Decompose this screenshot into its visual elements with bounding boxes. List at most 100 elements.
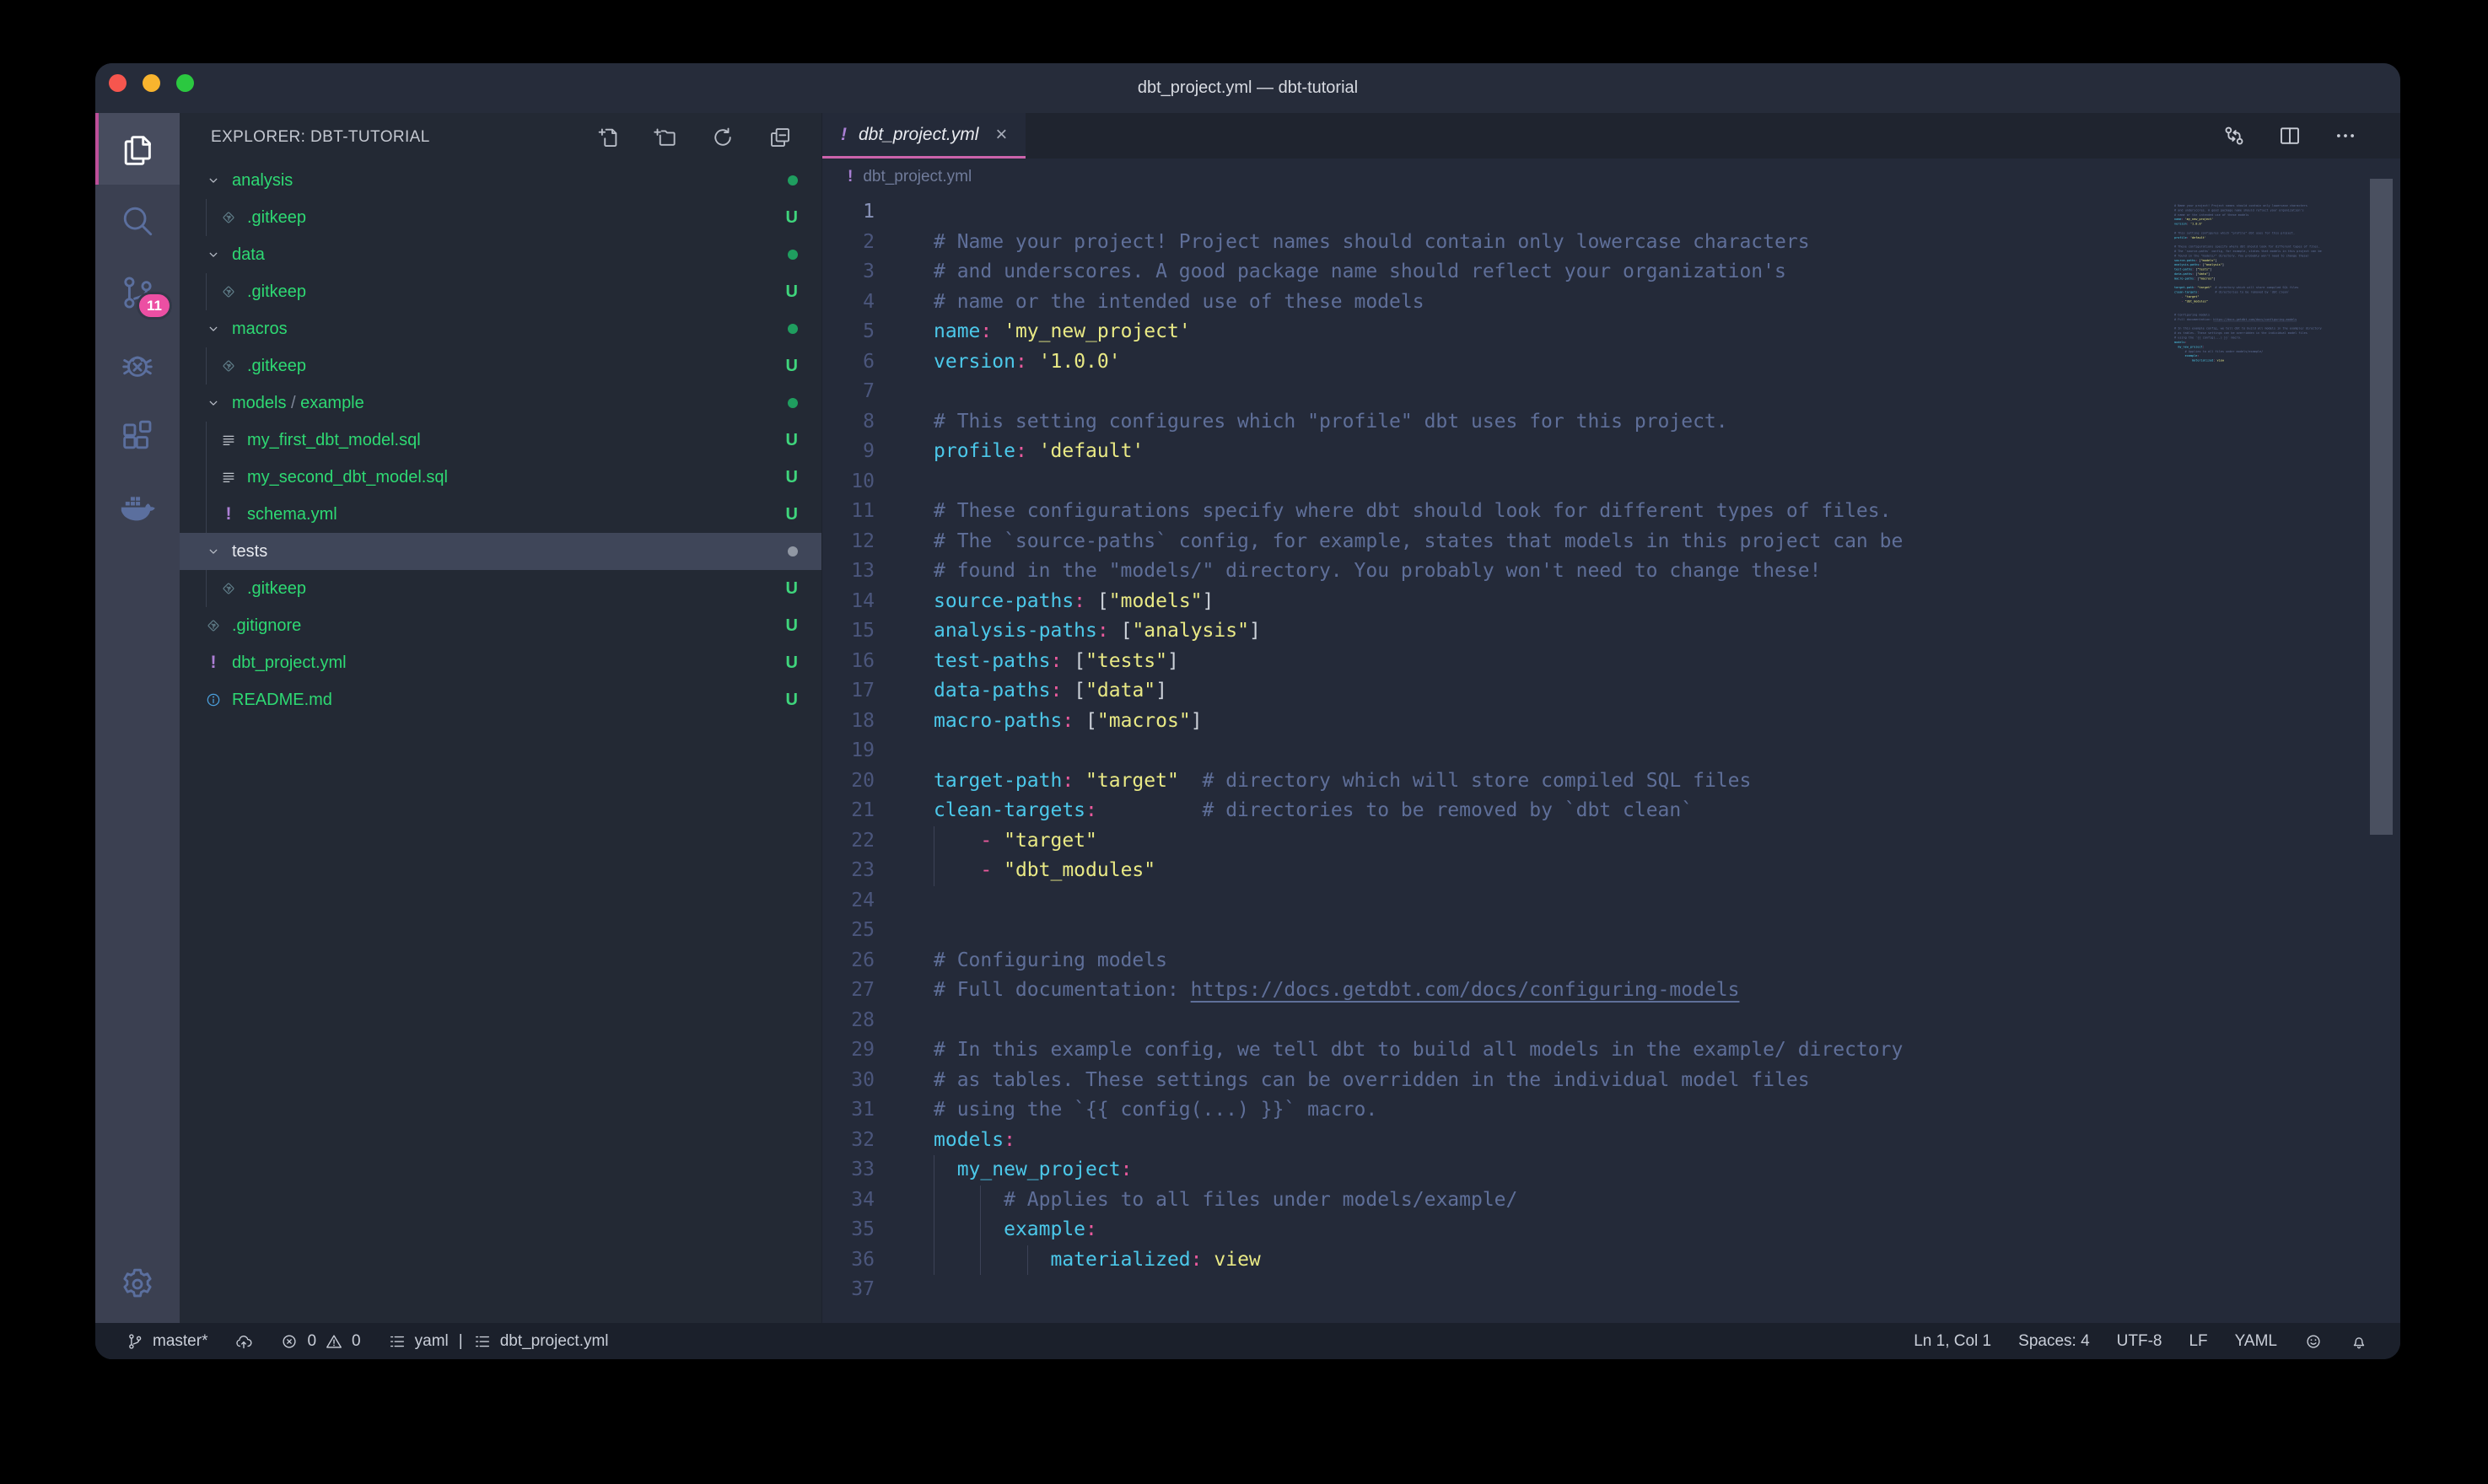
status-bar: master* 00 yaml|dbt_project.yml Ln 1, Col … <box>95 1323 2400 1359</box>
status-feedback[interactable] <box>2304 1332 2323 1351</box>
status-notifications[interactable] <box>2350 1332 2368 1351</box>
tree-item-gitkeep[interactable]: .gitkeepU <box>180 570 821 607</box>
modified-dot <box>788 398 798 408</box>
code-line-13[interactable]: 13# found in the "models/" directory. Yo… <box>822 556 2400 587</box>
code-line-24[interactable]: 24 <box>822 886 2400 917</box>
line-number: 22 <box>822 826 875 857</box>
tree-item-dbt-project-yml[interactable]: !dbt_project.ymlU <box>180 644 821 681</box>
code-line-26[interactable]: 26# Configuring models <box>822 946 2400 976</box>
status-eol[interactable]: LF <box>2189 1332 2207 1351</box>
tree-item-analysis[interactable]: analysis <box>180 162 821 199</box>
activity-item-search[interactable] <box>95 185 180 256</box>
status-cursor-position[interactable]: Ln 1, Col 1 <box>1914 1332 1991 1351</box>
open-changes-button[interactable] <box>2221 123 2247 148</box>
code-line-34[interactable]: 34 # Applies to all files under models/e… <box>822 1186 2400 1216</box>
line-number: 12 <box>822 527 875 557</box>
code-line-7[interactable]: 7 <box>822 377 2400 407</box>
activity-item-source-control[interactable]: 11 <box>95 256 180 328</box>
status-language-mode[interactable]: YAML <box>2235 1332 2277 1351</box>
status-encoding[interactable]: UTF-8 <box>2117 1332 2162 1351</box>
code-line-11[interactable]: 11# These configurations specify where d… <box>822 497 2400 527</box>
tree-item-schema-yml[interactable]: !schema.ymlU <box>180 496 821 533</box>
tree-item-my-second-dbt-model-sql[interactable]: my_second_dbt_model.sqlU <box>180 459 821 496</box>
tree-item-my-first-dbt-model-sql[interactable]: my_first_dbt_model.sqlU <box>180 422 821 459</box>
activity-item-docker[interactable] <box>95 471 180 543</box>
code-line-10[interactable]: 10 <box>822 467 2400 497</box>
code-line-20[interactable]: 20target-path: "target" # directory whic… <box>822 766 2400 797</box>
chevron-down-icon <box>205 320 222 337</box>
activity-item-explorer[interactable] <box>95 113 180 185</box>
zoom-window-button[interactable] <box>176 74 194 92</box>
status-indentation[interactable]: Spaces: 4 <box>2018 1332 2090 1351</box>
activity-item-run-and-debug[interactable] <box>95 328 180 400</box>
tree-item-tests[interactable]: tests <box>180 533 821 570</box>
code-line-6[interactable]: 6version: '1.0.0' <box>822 347 2400 378</box>
tree-item-readme-md[interactable]: README.mdU <box>180 681 821 718</box>
code-line-1[interactable]: 1 <box>822 197 2400 228</box>
tab-dbt-project-yml[interactable]: ! dbt_project.yml × <box>822 113 1026 159</box>
status-git-branch[interactable]: master* <box>126 1332 207 1351</box>
breadcrumb[interactable]: ! dbt_project.yml <box>822 159 2400 196</box>
code-line-14[interactable]: 14source-paths: ["models"] <box>822 587 2400 617</box>
line-number: 26 <box>822 946 875 976</box>
code-line-19[interactable]: 19 <box>822 736 2400 766</box>
code-line-15[interactable]: 15analysis-paths: ["analysis"] <box>822 616 2400 647</box>
code-editor[interactable]: 12# Name your project! Project names sho… <box>822 196 2400 1305</box>
more-actions-button[interactable] <box>2333 123 2358 148</box>
collapse-folders-button[interactable] <box>767 125 793 150</box>
status-sync-changes[interactable] <box>234 1332 253 1351</box>
activity-item-extensions[interactable] <box>95 400 180 471</box>
status-outline[interactable]: yaml|dbt_project.yml <box>388 1332 609 1351</box>
code-line-23[interactable]: 23 - "dbt_modules" <box>822 856 2400 886</box>
code-line-21[interactable]: 21clean-targets: # directories to be rem… <box>822 796 2400 826</box>
tree-item-gitkeep[interactable]: .gitkeepU <box>180 273 821 310</box>
code-line-31[interactable]: 31# using the `{{ config(...) }}` macro. <box>822 1095 2400 1126</box>
tree-item-models-example[interactable]: models / example <box>180 384 821 422</box>
code-line-16[interactable]: 16test-paths: ["tests"] <box>822 647 2400 677</box>
code-line-29[interactable]: 29# In this example config, we tell dbt … <box>822 1035 2400 1066</box>
tree-item-data[interactable]: data <box>180 236 821 273</box>
code-line-35[interactable]: 35 example: <box>822 1215 2400 1245</box>
tree-item-gitkeep[interactable]: .gitkeepU <box>180 199 821 236</box>
tree-item-macros[interactable]: macros <box>180 310 821 347</box>
status-problems[interactable]: 00 <box>280 1332 360 1351</box>
code-line-22[interactable]: 22 - "target" <box>822 826 2400 857</box>
extensions-icon <box>118 417 157 455</box>
line-number: 1 <box>822 197 875 228</box>
tree-item-label: schema.yml <box>247 505 337 524</box>
split-editor-button[interactable] <box>2277 123 2302 148</box>
code-line-9[interactable]: 9profile: 'default' <box>822 437 2400 467</box>
code-line-36[interactable]: 36 materialized: view <box>822 1245 2400 1276</box>
list-icon <box>473 1332 492 1351</box>
new-folder-button[interactable] <box>653 125 678 150</box>
code-line-17[interactable]: 17data-paths: ["data"] <box>822 676 2400 707</box>
close-window-button[interactable] <box>109 74 127 92</box>
code-line-27[interactable]: 27# Full documentation: https://docs.get… <box>822 976 2400 1006</box>
tree-item-gitkeep[interactable]: .gitkeepU <box>180 347 821 384</box>
code-line-12[interactable]: 12# The `source-paths` config, for examp… <box>822 527 2400 557</box>
code-line-3[interactable]: 3# and underscores. A good package name … <box>822 257 2400 288</box>
git-status-untracked: U <box>786 616 798 636</box>
minimize-window-button[interactable] <box>143 74 160 92</box>
code-line-25[interactable]: 25 <box>822 916 2400 946</box>
minimap[interactable]: # Name your project! Project names shoul… <box>2174 199 2361 469</box>
warning-icon <box>325 1332 343 1351</box>
close-tab-icon[interactable]: × <box>995 123 1007 147</box>
code-line-30[interactable]: 30# as tables. These settings can be ove… <box>822 1066 2400 1096</box>
refresh-explorer-button[interactable] <box>710 125 735 150</box>
code-line-33[interactable]: 33 my_new_project: <box>822 1155 2400 1186</box>
code-line-5[interactable]: 5name: 'my_new_project' <box>822 317 2400 347</box>
code-line-37[interactable]: 37 <box>822 1275 2400 1305</box>
code-line-32[interactable]: 32models: <box>822 1126 2400 1156</box>
code-line-2[interactable]: 2# Name your project! Project names shou… <box>822 228 2400 258</box>
activity-item-settings[interactable] <box>95 1245 180 1323</box>
editor-scrollbar[interactable] <box>2370 179 2393 835</box>
tree-item-gitignore[interactable]: .gitignoreU <box>180 607 821 644</box>
code-line-4[interactable]: 4# name or the intended use of these mod… <box>822 288 2400 318</box>
code-line-28[interactable]: 28 <box>822 1006 2400 1036</box>
code-line-18[interactable]: 18macro-paths: ["macros"] <box>822 707 2400 737</box>
new-file-button[interactable] <box>595 125 621 150</box>
line-number: 27 <box>822 976 875 1006</box>
code-line-8[interactable]: 8# This setting configures which "profil… <box>822 407 2400 438</box>
files-icon <box>118 130 157 169</box>
